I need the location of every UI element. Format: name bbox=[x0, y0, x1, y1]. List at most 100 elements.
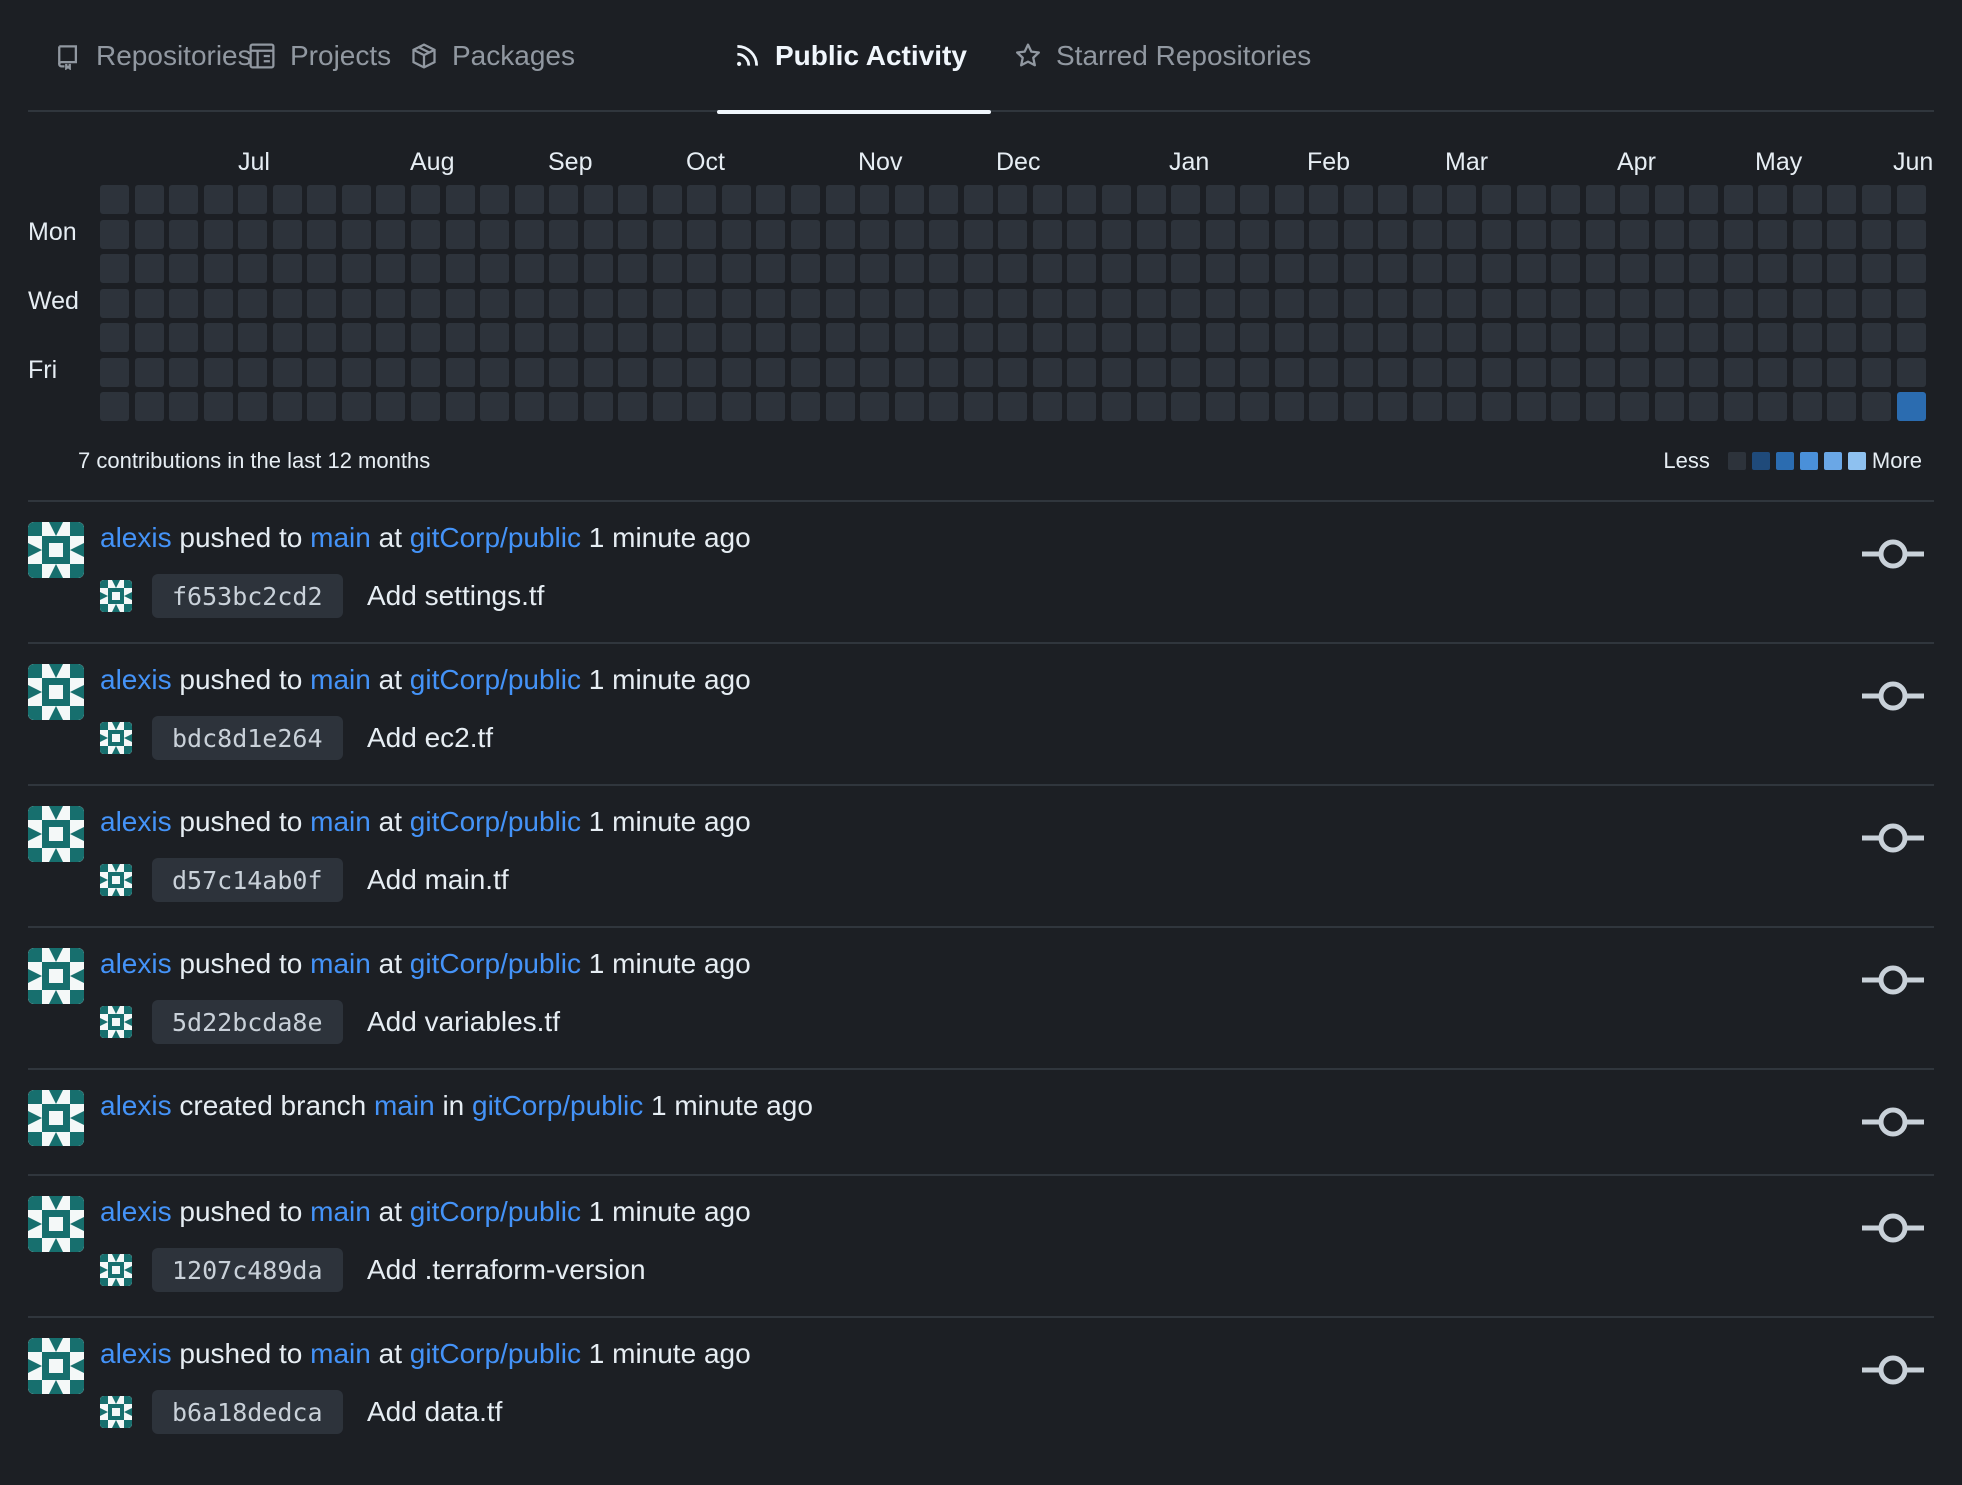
contribution-day[interactable] bbox=[135, 358, 164, 387]
contribution-day[interactable] bbox=[964, 358, 993, 387]
contribution-day[interactable] bbox=[618, 392, 647, 421]
contribution-day[interactable] bbox=[929, 289, 958, 318]
branch-link[interactable]: main bbox=[310, 522, 371, 553]
commit-sha-link[interactable]: f653bc2cd2 bbox=[152, 574, 343, 618]
contribution-day[interactable] bbox=[549, 323, 578, 352]
contribution-day[interactable] bbox=[964, 289, 993, 318]
contribution-day[interactable] bbox=[515, 289, 544, 318]
contribution-day[interactable] bbox=[1827, 254, 1856, 283]
contribution-day[interactable] bbox=[273, 323, 302, 352]
contribution-day[interactable] bbox=[515, 392, 544, 421]
contribution-day[interactable] bbox=[1378, 392, 1407, 421]
contribution-day[interactable] bbox=[998, 254, 1027, 283]
contribution-day[interactable] bbox=[1171, 323, 1200, 352]
contribution-day[interactable] bbox=[1897, 289, 1926, 318]
contribution-day[interactable] bbox=[1793, 254, 1822, 283]
contribution-day[interactable] bbox=[584, 289, 613, 318]
contribution-day[interactable] bbox=[653, 289, 682, 318]
user-avatar[interactable] bbox=[28, 1338, 84, 1394]
contribution-day[interactable] bbox=[411, 392, 440, 421]
contribution-day[interactable] bbox=[687, 358, 716, 387]
contribution-day[interactable] bbox=[791, 323, 820, 352]
contribution-day[interactable] bbox=[1378, 254, 1407, 283]
contribution-day[interactable] bbox=[1689, 323, 1718, 352]
contribution-day[interactable] bbox=[756, 185, 785, 214]
user-link[interactable]: alexis bbox=[100, 806, 172, 837]
contribution-day[interactable] bbox=[135, 392, 164, 421]
user-link[interactable]: alexis bbox=[100, 1196, 172, 1227]
contribution-day[interactable] bbox=[1309, 323, 1338, 352]
contribution-day[interactable] bbox=[1344, 358, 1373, 387]
contribution-day[interactable] bbox=[1033, 323, 1062, 352]
contribution-day[interactable] bbox=[929, 323, 958, 352]
contribution-day[interactable] bbox=[1378, 323, 1407, 352]
contribution-day[interactable] bbox=[998, 392, 1027, 421]
contribution-day[interactable] bbox=[1206, 392, 1235, 421]
contribution-day[interactable] bbox=[1655, 323, 1684, 352]
contribution-day[interactable] bbox=[1206, 220, 1235, 249]
contribution-day[interactable] bbox=[826, 323, 855, 352]
contribution-day[interactable] bbox=[653, 358, 682, 387]
contribution-day[interactable] bbox=[238, 185, 267, 214]
contribution-day[interactable] bbox=[1655, 392, 1684, 421]
contribution-day[interactable] bbox=[238, 254, 267, 283]
contribution-day[interactable] bbox=[756, 289, 785, 318]
contribution-day[interactable] bbox=[1171, 289, 1200, 318]
contribution-day[interactable] bbox=[1413, 323, 1442, 352]
contribution-day[interactable] bbox=[1897, 254, 1926, 283]
contribution-day[interactable] bbox=[515, 358, 544, 387]
contribution-day[interactable] bbox=[1586, 323, 1615, 352]
contribution-day[interactable] bbox=[1102, 392, 1131, 421]
contribution-day[interactable] bbox=[1586, 358, 1615, 387]
contribution-day[interactable] bbox=[1758, 323, 1787, 352]
contribution-day[interactable] bbox=[756, 392, 785, 421]
contribution-day[interactable] bbox=[480, 289, 509, 318]
tab-repositories[interactable]: Repositories bbox=[54, 0, 252, 112]
contribution-day[interactable] bbox=[411, 289, 440, 318]
contribution-day[interactable] bbox=[1067, 358, 1096, 387]
contribution-day[interactable] bbox=[1102, 185, 1131, 214]
repo-link[interactable]: gitCorp/public bbox=[410, 1196, 581, 1227]
contribution-day[interactable] bbox=[342, 289, 371, 318]
contribution-day[interactable] bbox=[1240, 289, 1269, 318]
contribution-day[interactable] bbox=[618, 254, 647, 283]
contribution-day[interactable] bbox=[1655, 220, 1684, 249]
contribution-day[interactable] bbox=[135, 254, 164, 283]
contribution-day[interactable] bbox=[1793, 392, 1822, 421]
contribution-day[interactable] bbox=[549, 220, 578, 249]
contribution-day[interactable] bbox=[1171, 358, 1200, 387]
user-avatar[interactable] bbox=[28, 948, 84, 1004]
contribution-day[interactable] bbox=[1309, 358, 1338, 387]
contribution-day[interactable] bbox=[1206, 323, 1235, 352]
contribution-day[interactable] bbox=[376, 392, 405, 421]
contribution-day[interactable] bbox=[273, 254, 302, 283]
branch-link[interactable]: main bbox=[310, 1196, 371, 1227]
contribution-day[interactable] bbox=[1620, 185, 1649, 214]
user-link[interactable]: alexis bbox=[100, 1338, 172, 1369]
contribution-day[interactable] bbox=[204, 323, 233, 352]
contribution-day[interactable] bbox=[1067, 323, 1096, 352]
contribution-day[interactable] bbox=[1137, 289, 1166, 318]
contribution-day[interactable] bbox=[618, 220, 647, 249]
repo-link[interactable]: gitCorp/public bbox=[410, 948, 581, 979]
contribution-day[interactable] bbox=[411, 323, 440, 352]
contribution-day[interactable] bbox=[1413, 289, 1442, 318]
contribution-day[interactable] bbox=[1551, 185, 1580, 214]
contribution-day[interactable] bbox=[1413, 185, 1442, 214]
contribution-day[interactable] bbox=[826, 392, 855, 421]
contribution-day[interactable] bbox=[1344, 392, 1373, 421]
contribution-day[interactable] bbox=[238, 358, 267, 387]
contribution-day[interactable] bbox=[1482, 323, 1511, 352]
tab-public-activity[interactable]: Public Activity bbox=[717, 0, 991, 114]
contribution-day[interactable] bbox=[1517, 289, 1546, 318]
contribution-day[interactable] bbox=[1137, 185, 1166, 214]
contribution-day[interactable] bbox=[307, 220, 336, 249]
contribution-day[interactable] bbox=[618, 185, 647, 214]
contribution-day[interactable] bbox=[1862, 220, 1891, 249]
contribution-day[interactable] bbox=[204, 254, 233, 283]
contribution-day[interactable] bbox=[618, 289, 647, 318]
contribution-day[interactable] bbox=[1897, 185, 1926, 214]
contribution-day[interactable] bbox=[687, 220, 716, 249]
contribution-day[interactable] bbox=[756, 358, 785, 387]
contribution-day[interactable] bbox=[1724, 185, 1753, 214]
